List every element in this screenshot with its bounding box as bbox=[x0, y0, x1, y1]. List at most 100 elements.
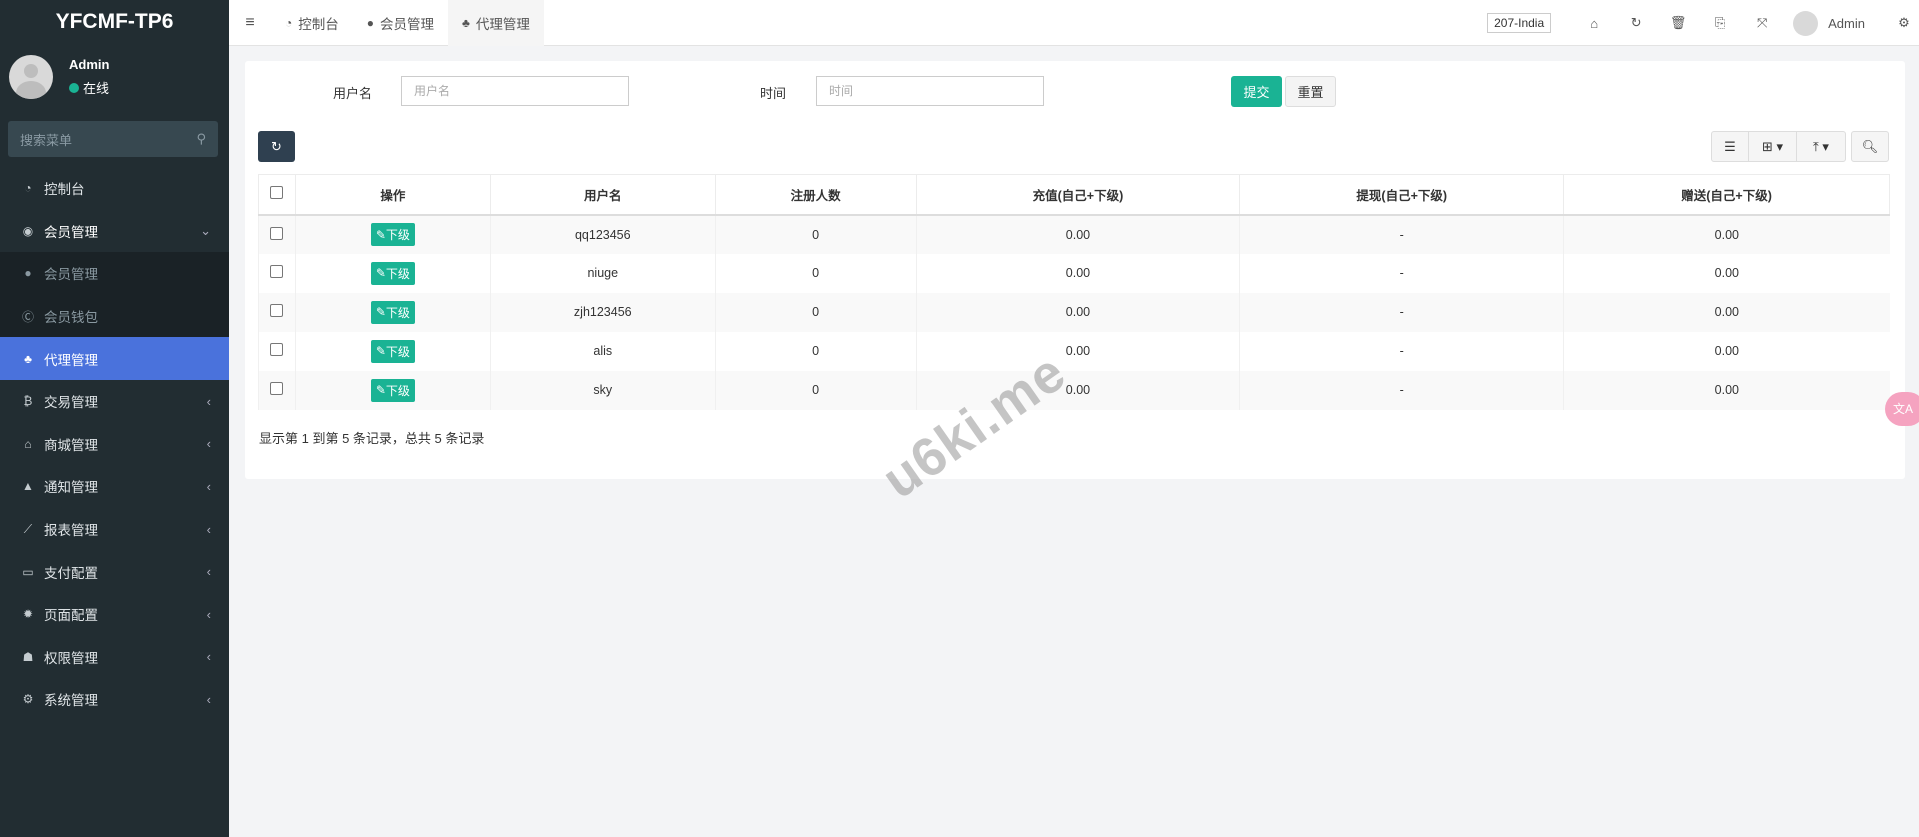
row-select bbox=[259, 371, 296, 410]
subordinate-button[interactable]: ✎下级 bbox=[371, 340, 415, 363]
column-header[interactable]: 提现(自己+下级) bbox=[1240, 175, 1564, 215]
subordinate-button[interactable]: ✎下级 bbox=[371, 379, 415, 402]
label: 控制台 bbox=[44, 178, 85, 198]
action-cell: ✎下级 bbox=[295, 254, 490, 293]
sidebar-item-dashboard[interactable]: ◔控制台 bbox=[0, 167, 229, 210]
table-row: ✎下级 qq123456 0 0.00 - 0.00 bbox=[259, 215, 1890, 254]
trash-icon[interactable]: 🗑 bbox=[1657, 15, 1699, 31]
column-header[interactable]: 充值(自己+下级) bbox=[916, 175, 1240, 215]
column-header[interactable]: 注册人数 bbox=[715, 175, 916, 215]
username-cell: sky bbox=[490, 371, 715, 410]
tab-members[interactable]: ● 会员管理 bbox=[353, 0, 448, 46]
gears-icon: ⚙ bbox=[20, 692, 36, 706]
registered-cell: 0 bbox=[715, 215, 916, 254]
pencil-icon: ✎ bbox=[376, 344, 386, 358]
sidebar-item-members[interactable]: ◉会员管理⌄ bbox=[0, 210, 229, 253]
translate-icon: 文A bbox=[1893, 402, 1913, 416]
subordinate-button[interactable]: ✎下级 bbox=[371, 301, 415, 324]
registered-cell: 0 bbox=[715, 293, 916, 332]
sidebar-item-trade[interactable]: ₿交易管理‹ bbox=[0, 380, 229, 423]
menu-search-input[interactable]: 搜索菜单⚲ bbox=[8, 121, 218, 157]
pagination-info: 显示第 1 到第 5 条记录，总共 5 条记录 bbox=[259, 428, 484, 447]
fullscreen-icon[interactable]: ⤧ bbox=[1741, 15, 1783, 31]
select-all-checkbox[interactable] bbox=[270, 186, 283, 199]
label: 代理管理 bbox=[476, 13, 530, 33]
refresh-icon: ↻ bbox=[271, 139, 282, 155]
translate-float-button[interactable]: 文A bbox=[1885, 392, 1919, 426]
refresh-icon[interactable]: ↻ bbox=[1615, 15, 1657, 31]
dashboard-icon: ◔ bbox=[285, 16, 292, 30]
registered-cell: 0 bbox=[715, 371, 916, 410]
user-name: Admin bbox=[69, 57, 109, 72]
label: 通知管理 bbox=[44, 476, 98, 496]
gift-cell: 0.00 bbox=[1564, 371, 1890, 410]
chevron-down-icon: ⌄ bbox=[200, 223, 211, 239]
username-cell: zjh123456 bbox=[490, 293, 715, 332]
column-header[interactable]: 用户名 bbox=[490, 175, 715, 215]
sidebar-item-report[interactable]: ⟋ 报表管理 ‹ bbox=[0, 508, 229, 551]
column-header: 操作 bbox=[295, 175, 490, 215]
subordinate-button[interactable]: ✎下级 bbox=[371, 262, 415, 285]
home-icon[interactable]: ⌂ bbox=[1573, 16, 1615, 31]
sidebar-item-member-manage[interactable]: ● 会员管理 bbox=[0, 252, 229, 295]
user-icon: ● bbox=[367, 16, 374, 30]
row-checkbox[interactable] bbox=[270, 265, 283, 278]
user-icon: ● bbox=[20, 266, 36, 280]
translate-icon[interactable]: ⎘ bbox=[1699, 15, 1741, 31]
withdraw-cell: - bbox=[1240, 293, 1564, 332]
action-cell: ✎下级 bbox=[295, 371, 490, 410]
sidebar-item-agents[interactable]: ♣ 代理管理 bbox=[0, 337, 229, 380]
sidebar-item-shop[interactable]: ⌂商城管理‹ bbox=[0, 423, 229, 466]
chevron-left-icon: ‹ bbox=[207, 522, 211, 537]
columns-button[interactable]: ⊞ ▾ bbox=[1748, 131, 1797, 162]
time-input[interactable]: 时间 bbox=[816, 76, 1044, 106]
recharge-cell: 0.00 bbox=[916, 332, 1240, 371]
toggle-view-button[interactable]: ☰ bbox=[1711, 131, 1749, 162]
search-icon: ⚲ bbox=[196, 131, 206, 147]
recharge-cell: 0.00 bbox=[916, 254, 1240, 293]
row-checkbox[interactable] bbox=[270, 382, 283, 395]
bitcoin-icon: ₿ bbox=[20, 394, 36, 408]
action-cell: ✎下级 bbox=[295, 215, 490, 254]
bell-icon: ▲ bbox=[20, 479, 36, 493]
sidebar-item-payment[interactable]: ▭支付配置‹ bbox=[0, 550, 229, 593]
label: 支付配置 bbox=[44, 562, 98, 582]
logo: YFCMF-TP6 bbox=[0, 0, 229, 46]
sidebar-item-member-wallet[interactable]: Ⓒ会员钱包 bbox=[0, 295, 229, 338]
hamburger-icon[interactable]: ≡ bbox=[229, 14, 271, 32]
sitemap-icon: ♣ bbox=[20, 352, 36, 366]
label: 页面配置 bbox=[44, 604, 98, 624]
sidebar-item-notice[interactable]: ▲通知管理‹ bbox=[0, 465, 229, 508]
row-checkbox[interactable] bbox=[270, 343, 283, 356]
reset-button[interactable]: 重置 bbox=[1285, 76, 1336, 107]
row-checkbox[interactable] bbox=[270, 304, 283, 317]
online-dot-icon bbox=[69, 83, 79, 93]
tab-agents[interactable]: ♣代理管理 bbox=[448, 0, 544, 46]
site-badge[interactable]: 207-India bbox=[1487, 13, 1551, 33]
gears-icon[interactable]: ⚙ bbox=[1889, 15, 1919, 31]
line-chart-icon: ⟋ bbox=[20, 522, 36, 537]
refresh-button[interactable]: ↻ bbox=[258, 131, 295, 162]
tab-dashboard[interactable]: ◔控制台 bbox=[271, 0, 353, 46]
pencil-icon: ✎ bbox=[376, 228, 386, 242]
user-status: 在线 bbox=[83, 78, 109, 97]
row-select bbox=[259, 293, 296, 332]
export-button[interactable]: ⤒ ▾ bbox=[1796, 131, 1846, 162]
label: 会员管理 bbox=[380, 13, 434, 33]
row-checkbox[interactable] bbox=[270, 227, 283, 240]
search-toggle-button[interactable]: 🔍︎ bbox=[1851, 131, 1889, 162]
sidebar-item-system[interactable]: ⚙系统管理‹ bbox=[0, 678, 229, 721]
header-avatar[interactable] bbox=[1793, 11, 1818, 36]
chevron-left-icon: ‹ bbox=[207, 649, 211, 664]
submit-button[interactable]: 提交 bbox=[1231, 76, 1282, 107]
header-user-name[interactable]: Admin bbox=[1828, 16, 1865, 31]
username-input[interactable]: 用户名 bbox=[401, 76, 629, 106]
table-row: ✎下级 zjh123456 0 0.00 - 0.00 bbox=[259, 293, 1890, 332]
subordinate-button[interactable]: ✎下级 bbox=[371, 223, 415, 246]
column-header[interactable]: 赠送(自己+下级) bbox=[1564, 175, 1890, 215]
label: 报表管理 bbox=[44, 519, 98, 539]
label: 代理管理 bbox=[44, 349, 98, 369]
sidebar-item-permission[interactable]: ☗权限管理‹ bbox=[0, 636, 229, 679]
sidebar-item-page[interactable]: ✹页面配置‹ bbox=[0, 593, 229, 636]
label: 会员管理 bbox=[44, 263, 98, 283]
